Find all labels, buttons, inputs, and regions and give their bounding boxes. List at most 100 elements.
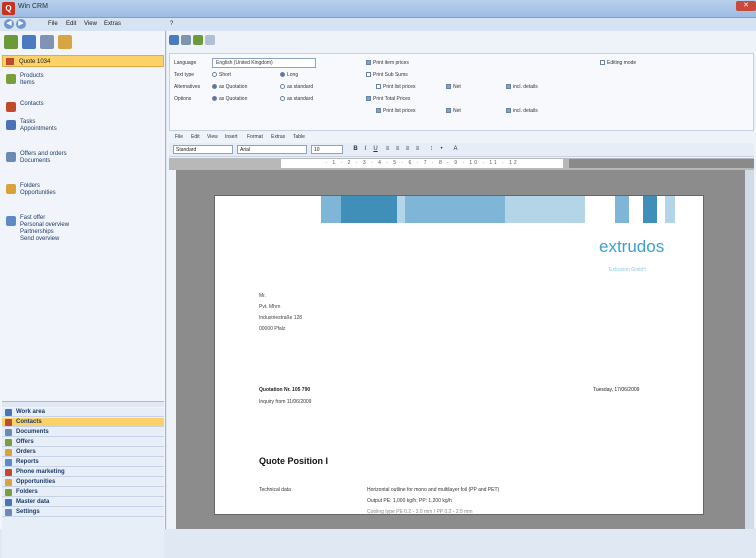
sidebar-splitter[interactable] bbox=[2, 401, 164, 407]
module-master-data[interactable]: Master data bbox=[2, 498, 164, 507]
module-work-area[interactable]: Work area bbox=[2, 408, 164, 417]
folder-icon[interactable] bbox=[58, 35, 72, 49]
options-label: Options bbox=[174, 96, 192, 102]
bullet-list-icon[interactable]: • bbox=[437, 145, 446, 154]
document-canvas[interactable]: extrudos Extrusion GmbH Mr. Pvt. Mhrn In… bbox=[176, 170, 754, 529]
text-color-icon[interactable]: A bbox=[451, 145, 460, 154]
header-band bbox=[397, 196, 405, 223]
module-folders[interactable]: Folders bbox=[2, 488, 164, 497]
sidebar-item-selected[interactable]: Quote 1034 bbox=[2, 55, 164, 67]
sidebar-item-folders[interactable]: Folders Opportunities bbox=[6, 183, 164, 197]
print-icon[interactable] bbox=[40, 35, 54, 49]
align-left-icon[interactable]: ≡ bbox=[383, 145, 392, 154]
vertical-scrollbar[interactable] bbox=[745, 170, 754, 529]
alternatives-quotation-radio[interactable]: as Quotation bbox=[212, 84, 247, 90]
fast-offer-icon bbox=[6, 216, 16, 226]
close-button[interactable]: ✕ bbox=[736, 1, 756, 11]
underline-button[interactable]: U bbox=[371, 145, 380, 154]
forward-button[interactable]: ▶ bbox=[16, 19, 26, 29]
print-total-prices-checkbox[interactable]: Print Total Prices bbox=[366, 96, 410, 102]
documents-icon bbox=[6, 152, 16, 162]
sidebar-item-contacts[interactable]: Contacts bbox=[6, 101, 164, 115]
orders-icon bbox=[5, 449, 12, 456]
module-label: Contacts bbox=[16, 419, 42, 425]
sidebar-item-products[interactable]: Products Items bbox=[6, 73, 164, 87]
alternatives-standard-radio[interactable]: as standard bbox=[280, 84, 313, 90]
document-page[interactable]: extrudos Extrusion GmbH Mr. Pvt. Mhrn In… bbox=[214, 195, 704, 515]
save-icon[interactable] bbox=[22, 35, 36, 49]
net-2-checkbox[interactable]: Net bbox=[446, 108, 461, 114]
options-quotation-radio[interactable]: as Quotation bbox=[212, 96, 247, 102]
sidebar-item-documents[interactable]: Offers and orders Documents bbox=[6, 151, 164, 165]
menu-extras[interactable]: Extras bbox=[104, 21, 121, 27]
editor-menu-insert[interactable]: Insert bbox=[225, 134, 238, 140]
module-phone-marketing[interactable]: Phone marketing bbox=[2, 468, 164, 477]
incl-details-checkbox[interactable]: incl. details bbox=[506, 84, 538, 90]
products-icon bbox=[6, 74, 16, 84]
net-checkbox[interactable]: Net bbox=[446, 84, 461, 90]
numbered-list-icon[interactable]: ⁝ bbox=[427, 145, 436, 154]
editor-menu-table[interactable]: Table bbox=[293, 134, 305, 140]
text-short-radio[interactable]: Short bbox=[212, 72, 231, 78]
email-icon[interactable] bbox=[193, 35, 203, 45]
folder-icon bbox=[5, 489, 12, 496]
module-reports[interactable]: Reports bbox=[2, 458, 164, 467]
text-long-radio[interactable]: Long bbox=[280, 72, 298, 78]
editor-menu-edit[interactable]: Edit bbox=[191, 134, 200, 140]
address-line: Mr. bbox=[259, 293, 266, 299]
sidebar-item-label: Contacts bbox=[20, 101, 44, 107]
module-documents[interactable]: Documents bbox=[2, 428, 164, 437]
ruler: · 1 · 2 · 3 · 4 · 5 · 6 · 7 · 8 · 9 · 10… bbox=[169, 158, 754, 170]
sidebar-item-tasks[interactable]: Tasks Appointments bbox=[6, 119, 164, 133]
module-label: Reports bbox=[16, 459, 39, 465]
module-orders[interactable]: Orders bbox=[2, 448, 164, 457]
save-icon[interactable] bbox=[169, 35, 179, 45]
master-data-icon bbox=[5, 499, 12, 506]
tasks-icon bbox=[6, 120, 16, 130]
bold-button[interactable]: B bbox=[351, 145, 360, 154]
options-standard-radio[interactable]: as standard bbox=[280, 96, 313, 102]
module-offers[interactable]: Offers bbox=[2, 438, 164, 447]
editing-mode-checkbox[interactable]: Editing mode bbox=[600, 60, 636, 66]
menu-view[interactable]: View bbox=[84, 21, 97, 27]
editor-menu-view[interactable]: View bbox=[207, 134, 218, 140]
window-title: Win CRM bbox=[18, 3, 48, 10]
sidebar-item-label: Tasks Appointments bbox=[20, 119, 57, 132]
editor-menu-format[interactable]: Format bbox=[247, 134, 263, 140]
style-select[interactable]: Standard bbox=[173, 145, 233, 154]
company-subtitle: Extrusion GmbH bbox=[609, 267, 646, 273]
language-select[interactable]: English (United Kingdom) bbox=[212, 58, 316, 68]
module-label: Phone marketing bbox=[16, 469, 65, 475]
sidebar-toolbar bbox=[4, 33, 164, 51]
font-select[interactable]: Arial bbox=[237, 145, 307, 154]
technical-data-label: Technical data bbox=[259, 487, 291, 493]
print-list-prices-2-checkbox[interactable]: Print list prices bbox=[376, 108, 416, 114]
sidebar-item-fast-offer[interactable]: Fast offer Personal overview Partnership… bbox=[6, 215, 164, 249]
menu-edit[interactable]: Edit bbox=[66, 21, 76, 27]
sidebar-item-label: Folders Opportunities bbox=[20, 183, 56, 196]
italic-button[interactable]: I bbox=[361, 145, 370, 154]
align-right-icon[interactable]: ≡ bbox=[403, 145, 412, 154]
module-list: Work area Contacts Documents Offers Orde… bbox=[2, 408, 164, 558]
module-settings[interactable]: Settings bbox=[2, 508, 164, 517]
module-contacts[interactable]: Contacts bbox=[2, 418, 164, 427]
menu-help[interactable]: ? bbox=[170, 21, 173, 27]
module-opportunities[interactable]: Opportunities bbox=[2, 478, 164, 487]
justify-icon[interactable]: ≡ bbox=[413, 145, 422, 154]
back-button[interactable]: ◀ bbox=[4, 19, 14, 29]
print-sub-sums-checkbox[interactable]: Print Sub Sums bbox=[366, 72, 408, 78]
editor-menu-file[interactable]: File bbox=[175, 134, 183, 140]
technical-data-line: Horizontal outline for mono and multilay… bbox=[367, 487, 500, 493]
print-list-prices-checkbox[interactable]: Print list prices bbox=[376, 84, 416, 90]
sidebar-item-label: Quote 1034 bbox=[19, 59, 51, 65]
menu-file[interactable]: File bbox=[48, 21, 58, 27]
print-icon[interactable] bbox=[181, 35, 191, 45]
refresh-icon[interactable] bbox=[205, 35, 215, 45]
align-center-icon[interactable]: ≡ bbox=[393, 145, 402, 154]
print-item-prices-checkbox[interactable]: Print item prices bbox=[366, 60, 409, 66]
new-icon[interactable] bbox=[4, 35, 18, 49]
incl-details-2-checkbox[interactable]: incl. details bbox=[506, 108, 538, 114]
font-size-select[interactable]: 10 bbox=[311, 145, 343, 154]
address-line: Pvt. Mhrn bbox=[259, 304, 281, 310]
editor-menu-extras[interactable]: Extras bbox=[271, 134, 285, 140]
